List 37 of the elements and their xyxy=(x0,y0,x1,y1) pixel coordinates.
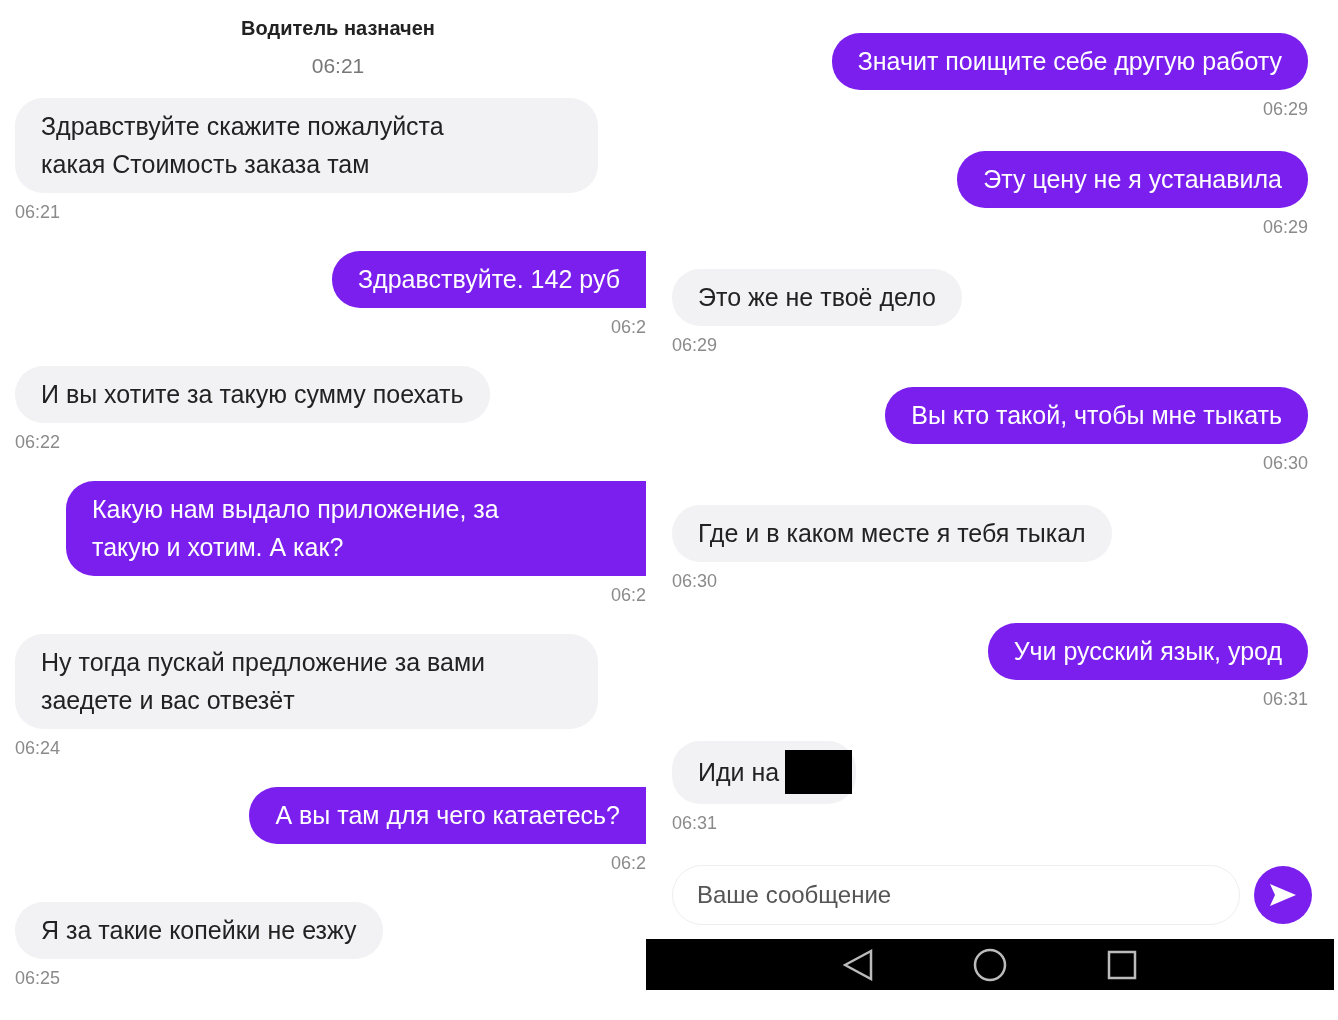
message-time: 06:29 xyxy=(1262,99,1308,120)
send-icon xyxy=(1269,883,1297,907)
status-time: 06:21 xyxy=(311,54,365,78)
message-time: 06:2 xyxy=(610,853,646,874)
message-time: 06:29 xyxy=(672,335,718,356)
message-time: 06:25 xyxy=(15,968,61,989)
message-time: 06:31 xyxy=(1262,689,1308,710)
message-time: 06:29 xyxy=(1262,217,1308,238)
redaction-block xyxy=(785,750,853,794)
message-time: 06:24 xyxy=(15,738,61,759)
message-time: 06:2 xyxy=(610,317,646,338)
message-bubble: Эту цену не я устанавила xyxy=(957,151,1308,208)
message-bubble: Значит поищите себе другую работу xyxy=(831,33,1308,90)
message-bubble: Здравствуйте. 142 руб xyxy=(332,251,646,308)
message-bubble: Здравствуйте скажите пожалуйста какая Стоимость заказа там xyxy=(15,98,598,193)
message-time: 06:21 xyxy=(15,202,61,223)
send-button[interactable] xyxy=(1254,866,1312,924)
message-bubble: А вы там для чего катаетесь? xyxy=(249,787,646,844)
message-bubble: Ну тогда пускай предложение за вами заедете и вас отвезёт xyxy=(15,634,598,729)
message-bubble: Это же не твоё дело xyxy=(672,269,962,326)
message-time: 06:30 xyxy=(1262,453,1308,474)
chat-status: Водитель назначен xyxy=(241,17,435,40)
message-time: 06:30 xyxy=(672,571,718,592)
back-icon[interactable] xyxy=(843,948,873,981)
message-bubble: Какую нам выдало приложение, за такую и хотим. А как? xyxy=(66,481,646,576)
message-bubble: Учи русский язык, урод xyxy=(987,623,1308,680)
message-bubble: Вы кто такой, чтобы мне тыкать xyxy=(885,387,1308,444)
message-field[interactable]: Ваше сообщение xyxy=(672,865,1240,925)
message-time: 06:2 xyxy=(610,585,646,606)
message-bubble: Где и в каком месте я тебя тыкал xyxy=(672,505,1112,562)
message-time: 06:31 xyxy=(672,813,718,834)
message-bubble: Я за такие копейки не езжу xyxy=(15,902,383,959)
message-bubble: И вы хотите за такую сумму поехать xyxy=(15,366,490,423)
recents-icon[interactable] xyxy=(1107,949,1137,980)
message-time: 06:22 xyxy=(15,432,61,453)
home-icon[interactable] xyxy=(973,947,1007,982)
message-bubble: Иди на xyxy=(672,741,857,804)
